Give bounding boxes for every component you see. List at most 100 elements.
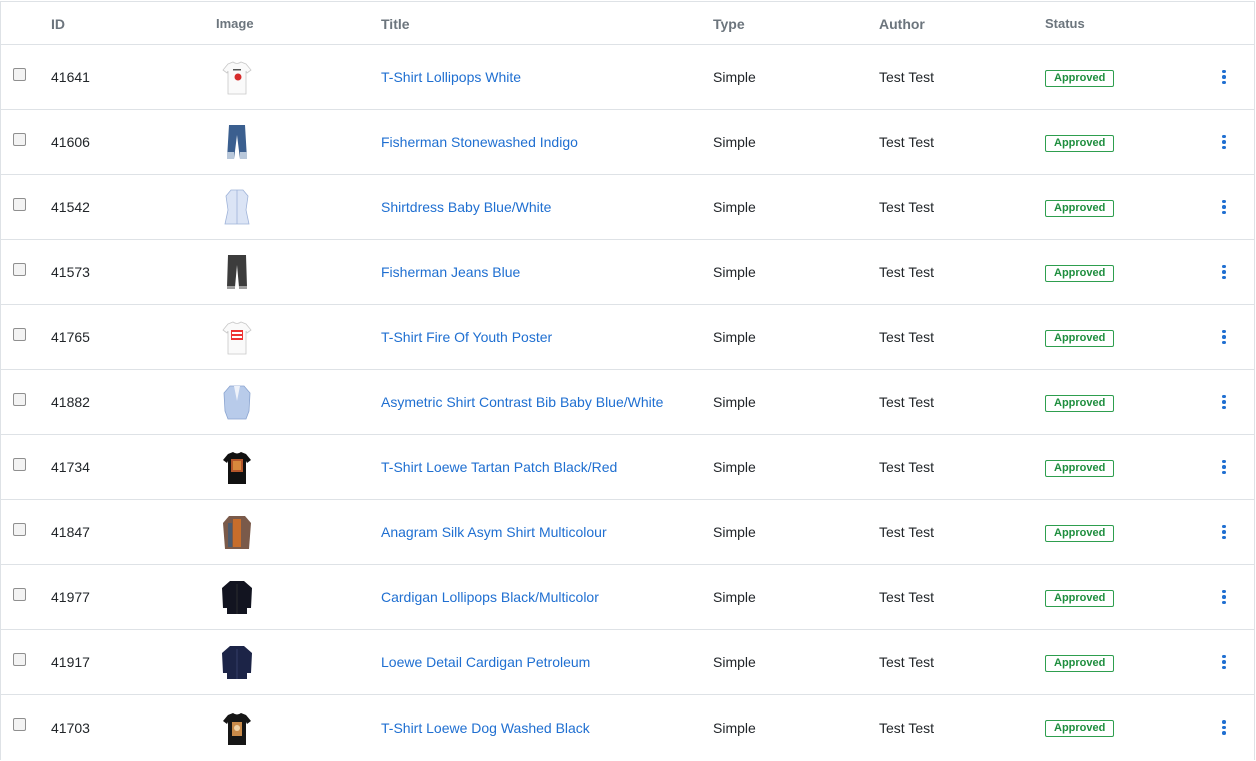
- products-table: ID Image Title Type Author Status 41641 …: [0, 1, 1255, 760]
- row-id: 41542: [51, 199, 90, 215]
- table-row: 41703 T-Shirt Loewe Dog Washed Black Sim…: [1, 695, 1254, 760]
- row-checkbox-cell: [1, 522, 50, 536]
- table-row: 41641 T-Shirt Lollipops White Simple Tes…: [1, 45, 1254, 110]
- row-checkbox-cell: [1, 457, 50, 471]
- row-checkbox[interactable]: [13, 522, 26, 536]
- row-image-cell: [216, 56, 381, 98]
- product-thumbnail[interactable]: [216, 316, 258, 358]
- table-row: 41606 Fisherman Stonewashed Indigo Simpl…: [1, 110, 1254, 175]
- row-checkbox[interactable]: [13, 132, 26, 146]
- row-checkbox[interactable]: [13, 652, 26, 666]
- row-checkbox[interactable]: [13, 392, 26, 406]
- row-checkbox-cell: [1, 197, 50, 211]
- header-id[interactable]: ID: [50, 15, 216, 32]
- row-checkbox[interactable]: [13, 327, 26, 341]
- product-thumbnail[interactable]: [216, 511, 258, 553]
- product-title-link[interactable]: Anagram Silk Asym Shirt Multicolour: [381, 524, 607, 540]
- row-actions-cell: [1211, 392, 1254, 412]
- row-type: Simple: [713, 264, 756, 280]
- row-id: 41917: [51, 654, 90, 670]
- row-status-cell: Approved: [1045, 133, 1211, 152]
- row-author: Test Test: [879, 329, 934, 345]
- more-actions-icon[interactable]: [1216, 457, 1232, 477]
- more-actions-icon[interactable]: [1216, 587, 1232, 607]
- product-thumbnail[interactable]: [216, 641, 258, 683]
- product-title-link[interactable]: Fisherman Stonewashed Indigo: [381, 134, 578, 150]
- row-title-cell: Loewe Detail Cardigan Petroleum: [381, 654, 713, 670]
- row-author: Test Test: [879, 134, 934, 150]
- row-status-cell: Approved: [1045, 263, 1211, 282]
- row-title-cell: Anagram Silk Asym Shirt Multicolour: [381, 524, 713, 540]
- product-title-link[interactable]: Asymetric Shirt Contrast Bib Baby Blue/W…: [381, 394, 663, 410]
- row-author: Test Test: [879, 69, 934, 85]
- more-actions-icon[interactable]: [1216, 327, 1232, 347]
- status-badge: Approved: [1045, 589, 1115, 607]
- header-type[interactable]: Type: [713, 15, 879, 32]
- row-title-cell: Asymetric Shirt Contrast Bib Baby Blue/W…: [381, 394, 713, 410]
- row-actions-cell: [1211, 457, 1254, 477]
- row-checkbox[interactable]: [13, 67, 26, 81]
- row-type: Simple: [713, 719, 756, 736]
- row-checkbox[interactable]: [13, 197, 26, 211]
- more-actions-icon[interactable]: [1216, 522, 1232, 542]
- product-thumbnail[interactable]: [216, 121, 258, 163]
- row-id: 41606: [51, 134, 90, 150]
- more-actions-icon[interactable]: [1216, 718, 1232, 738]
- row-type: Simple: [713, 329, 756, 345]
- product-title-link[interactable]: Loewe Detail Cardigan Petroleum: [381, 654, 590, 670]
- row-title-cell: Cardigan Lollipops Black/Multicolor: [381, 589, 713, 605]
- header-author[interactable]: Author: [879, 15, 1045, 32]
- product-thumbnail[interactable]: [216, 56, 258, 98]
- row-id: 41641: [51, 69, 90, 85]
- row-author: Test Test: [879, 199, 934, 215]
- header-title[interactable]: Title: [381, 15, 713, 32]
- more-actions-icon[interactable]: [1216, 67, 1232, 87]
- product-title-link[interactable]: T-Shirt Lollipops White: [381, 69, 521, 85]
- row-checkbox-cell: [1, 587, 50, 601]
- row-type: Simple: [713, 459, 756, 475]
- row-id: 41977: [51, 589, 90, 605]
- product-title-link[interactable]: T-Shirt Fire Of Youth Poster: [381, 329, 552, 345]
- header-status[interactable]: Status: [1045, 15, 1211, 31]
- row-id: 41703: [51, 719, 90, 736]
- product-title-link[interactable]: Cardigan Lollipops Black/Multicolor: [381, 589, 599, 605]
- row-author: Test Test: [879, 394, 934, 410]
- table-body: 41641 T-Shirt Lollipops White Simple Tes…: [1, 45, 1254, 760]
- row-image-cell: [216, 381, 381, 423]
- row-type: Simple: [713, 199, 756, 215]
- more-actions-icon[interactable]: [1216, 392, 1232, 412]
- table-row: 41765 T-Shirt Fire Of Youth Poster Simpl…: [1, 305, 1254, 370]
- product-thumbnail[interactable]: [216, 446, 258, 488]
- product-title-link[interactable]: T-Shirt Loewe Tartan Patch Black/Red: [381, 459, 617, 475]
- row-image-cell: [216, 446, 381, 488]
- row-checkbox[interactable]: [13, 718, 26, 731]
- product-title-link[interactable]: T-Shirt Loewe Dog Washed Black: [381, 720, 590, 736]
- row-type: Simple: [713, 394, 756, 410]
- row-actions-cell: [1211, 67, 1254, 87]
- row-type: Simple: [713, 524, 756, 540]
- row-id: 41573: [51, 264, 90, 280]
- row-checkbox-cell: [1, 718, 50, 731]
- more-actions-icon[interactable]: [1216, 197, 1232, 217]
- more-actions-icon[interactable]: [1216, 132, 1232, 152]
- product-thumbnail[interactable]: [216, 381, 258, 423]
- product-thumbnail[interactable]: [216, 186, 258, 228]
- product-title-link[interactable]: Shirtdress Baby Blue/White: [381, 199, 551, 215]
- product-thumbnail[interactable]: [216, 576, 258, 618]
- row-checkbox[interactable]: [13, 457, 26, 471]
- row-checkbox[interactable]: [13, 262, 26, 276]
- row-author: Test Test: [879, 524, 934, 540]
- more-actions-icon[interactable]: [1216, 652, 1232, 672]
- row-author: Test Test: [879, 719, 934, 736]
- row-title-cell: T-Shirt Lollipops White: [381, 69, 713, 85]
- more-actions-icon[interactable]: [1216, 262, 1232, 282]
- product-title-link[interactable]: Fisherman Jeans Blue: [381, 264, 520, 280]
- status-badge: Approved: [1045, 264, 1115, 282]
- row-image-cell: [216, 251, 381, 293]
- product-thumbnail[interactable]: [216, 707, 258, 749]
- row-checkbox[interactable]: [13, 587, 26, 601]
- row-checkbox-cell: [1, 327, 50, 341]
- product-thumbnail[interactable]: [216, 251, 258, 293]
- status-badge: Approved: [1045, 720, 1115, 737]
- row-type: Simple: [713, 589, 756, 605]
